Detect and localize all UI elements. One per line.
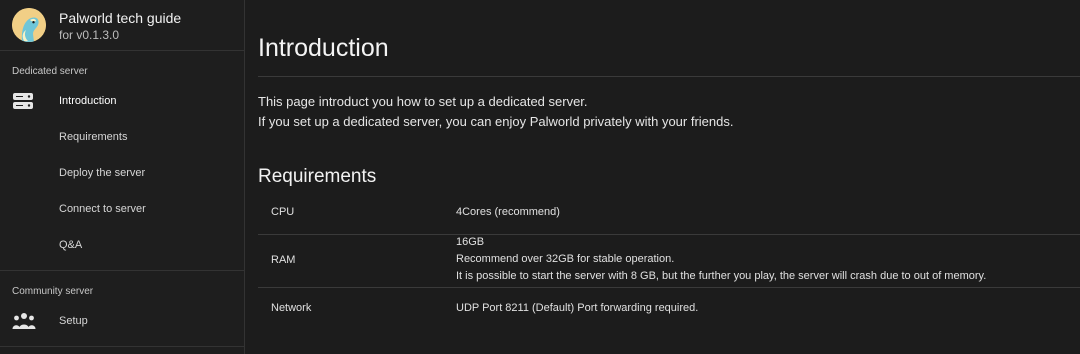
- sidebar: Palworld tech guide for v0.1.3.0 Dedicat…: [0, 0, 245, 354]
- row-key: CPU: [271, 206, 295, 218]
- sidebar-item-label: Setup: [59, 315, 88, 327]
- title-divider: [258, 76, 1080, 77]
- intro-text-line: This page introduct you how to set up a …: [258, 94, 588, 109]
- sidebar-item-connect-to-server[interactable]: Connect to server: [0, 194, 243, 224]
- row-value: It is possible to start the server with …: [456, 270, 987, 282]
- row-value: 4Cores (recommend): [456, 206, 560, 218]
- app-version: for v0.1.3.0: [59, 28, 120, 42]
- row-key: Network: [271, 302, 312, 314]
- row-value: Recommend over 32GB for stable operation…: [456, 253, 675, 265]
- main-content: Introduction This page introduct you how…: [245, 0, 1080, 354]
- row-divider: [258, 234, 1080, 235]
- section-title-dedicated-server: Dedicated server: [12, 66, 88, 77]
- row-key: RAM: [271, 254, 296, 266]
- group-icon: [12, 311, 36, 331]
- brand[interactable]: Palworld tech guide for v0.1.3.0: [12, 8, 242, 44]
- sidebar-item-label: Connect to server: [59, 203, 146, 215]
- sidebar-item-qa[interactable]: Q&A: [0, 230, 243, 260]
- requirements-heading: Requirements: [258, 166, 377, 187]
- row-value: UDP Port 8211 (Default) Port forwarding …: [456, 302, 699, 314]
- sidebar-item-requirements[interactable]: Requirements: [0, 122, 243, 152]
- app-logo: [12, 8, 46, 42]
- sidebar-item-deploy-the-server[interactable]: Deploy the server: [0, 158, 243, 188]
- sidebar-item-label: Deploy the server: [59, 167, 146, 179]
- row-divider: [258, 287, 1080, 288]
- sidebar-divider: [0, 270, 244, 271]
- app-title: Palworld tech guide: [59, 10, 182, 26]
- sidebar-item-label: Requirements: [59, 131, 128, 143]
- section-title-community-server: Community server: [12, 286, 94, 297]
- sidebar-item-setup[interactable]: Setup: [0, 306, 243, 336]
- sidebar-divider: [0, 50, 244, 51]
- sidebar-item-label: Introduction: [59, 95, 117, 107]
- intro-text-line: If you set up a dedicated server, you ca…: [258, 114, 734, 129]
- sidebar-divider: [0, 346, 244, 347]
- page-title: Introduction: [258, 34, 389, 62]
- sidebar-item-introduction[interactable]: Introduction: [0, 86, 243, 116]
- sidebar-item-label: Q&A: [59, 239, 83, 251]
- server-icon: [12, 91, 36, 111]
- row-value: 16GB: [456, 236, 485, 248]
